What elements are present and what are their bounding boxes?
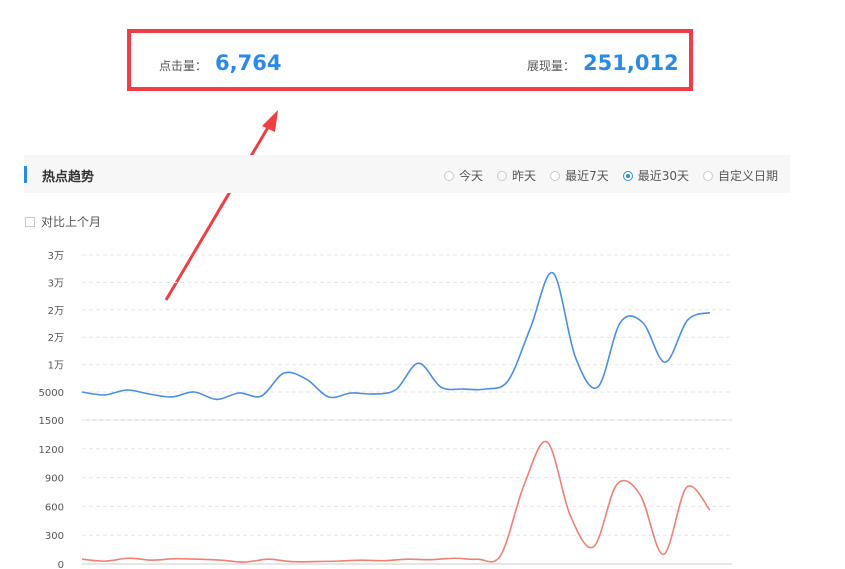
- trend-chart: 5000 1万 2万 2万 3万 3万 0 300 600 900 1200 1500: [39, 251, 732, 569]
- y-tick-label: 900: [45, 474, 64, 485]
- clicks-series-line: [81, 440, 711, 563]
- y-tick-label: 300: [45, 531, 64, 542]
- impressions-series-line: [81, 272, 711, 401]
- y-tick-label: 1200: [39, 445, 64, 456]
- y-tick-label: 5000: [39, 388, 64, 399]
- y-tick-label: 600: [45, 502, 64, 513]
- y-tick-label: 0: [58, 560, 64, 569]
- y-tick-label: 2万: [48, 306, 64, 317]
- y-tick-label: 3万: [48, 251, 64, 262]
- y-tick-label: 2万: [48, 333, 64, 344]
- y-tick-label: 1万: [48, 361, 64, 372]
- y-tick-label: 1500: [39, 416, 64, 427]
- y-tick-label: 3万: [48, 278, 64, 289]
